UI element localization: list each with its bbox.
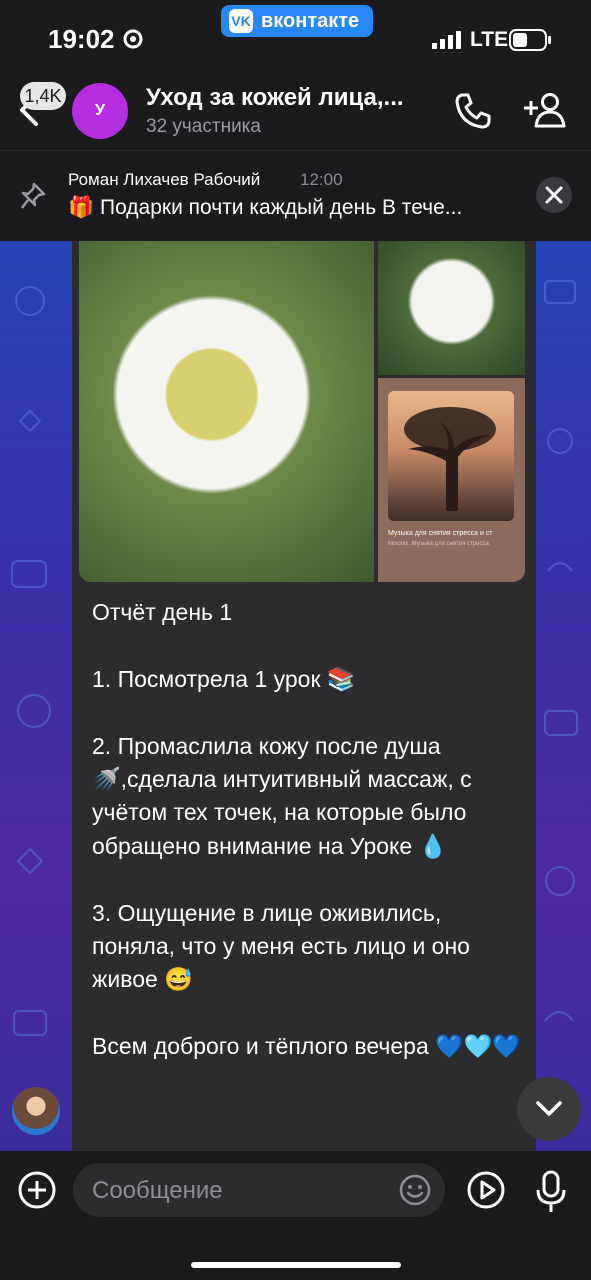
- photo-flowers-1[interactable]: [79, 241, 374, 582]
- settings-gear-icon: [123, 29, 143, 49]
- home-indicator: [191, 1262, 401, 1268]
- chat-members-count[interactable]: 32 участника: [146, 116, 261, 138]
- tree-image: [404, 407, 496, 511]
- add-user-icon[interactable]: [522, 92, 568, 128]
- pin-icon: [21, 182, 46, 209]
- pinned-text: 🎁 Подарки почти каждый день В тече...: [68, 196, 463, 219]
- chevron-down-icon: [536, 1101, 562, 1116]
- pinned-author: Роман Лихачев Рабочий: [68, 170, 261, 189]
- close-pinned-button[interactable]: [536, 177, 572, 213]
- message-placeholder: Сообщение: [92, 1177, 223, 1204]
- music-track-title: Музыка для снятия стресса и ст: [388, 530, 493, 537]
- phone-icon[interactable]: [454, 92, 492, 130]
- vk-logo-icon: VK: [229, 9, 253, 33]
- close-icon: [545, 186, 563, 204]
- chat-title[interactable]: Уход за кожей лица,...: [146, 84, 404, 112]
- sender-avatar[interactable]: [12, 1087, 60, 1135]
- chat-avatar[interactable]: У: [72, 83, 128, 139]
- microphone-icon[interactable]: [534, 1170, 568, 1214]
- play-icon[interactable]: [466, 1170, 506, 1210]
- signal-icon: [432, 31, 461, 49]
- message-text: Отчёт день 1 1. Посмотрела 1 урок 📚 2. П…: [92, 599, 522, 1060]
- scroll-down-button[interactable]: [517, 1077, 581, 1141]
- music-track-subtitle: Misonix. Музыка для снятия стресса: [388, 541, 489, 547]
- pinned-time: 12:00: [300, 170, 343, 189]
- network-type: LTE: [470, 28, 509, 51]
- plus-icon[interactable]: [17, 1170, 57, 1210]
- unread-count-badge[interactable]: 1,4K: [20, 82, 66, 110]
- battery-icon: [509, 29, 551, 51]
- music-cover: [388, 391, 514, 521]
- vk-app-label: вконтакте: [261, 9, 360, 32]
- emoji-icon[interactable]: [399, 1174, 431, 1206]
- photo-flowers-2[interactable]: [378, 241, 525, 375]
- status-time: 19:02: [48, 24, 115, 54]
- vk-app-badge[interactable]: VK вконтакте: [221, 5, 374, 37]
